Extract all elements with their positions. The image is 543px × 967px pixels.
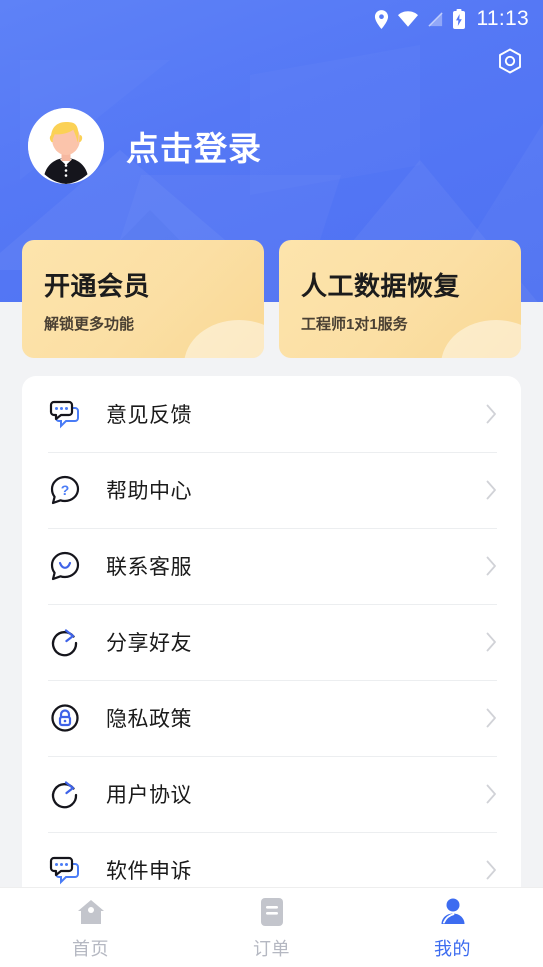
chat-bubbles-icon (48, 397, 82, 431)
smile-bubble-icon (48, 549, 82, 583)
tab-label: 订单 (253, 938, 290, 959)
menu-list-card: 意见反馈 ? 帮助中心 联系客服 分享好友 隐私政策 用户协议 软件申诉 (22, 376, 521, 888)
lock-circle-icon (48, 701, 82, 735)
menu-item-label: 用户协议 (106, 784, 192, 807)
menu-item-label: 联系客服 (106, 556, 192, 579)
login-label: 点击登录 (126, 130, 262, 167)
svg-text:?: ? (61, 482, 70, 498)
promo-cards: 开通会员 解锁更多功能 人工数据恢复 工程师1对1服务 (22, 240, 521, 358)
menu-item-software-appeal[interactable]: 软件申诉 (22, 832, 521, 888)
promo-subtitle: 解锁更多功能 (44, 316, 135, 333)
promo-card-membership[interactable]: 开通会员 解锁更多功能 (22, 240, 264, 358)
promo-subtitle: 工程师1对1服务 (301, 316, 408, 333)
home-icon (74, 895, 108, 929)
chevron-right-icon (486, 632, 497, 652)
chevron-right-icon (486, 556, 497, 576)
chat-bubbles-icon (48, 853, 82, 887)
status-bar-time: 11:13 (476, 7, 529, 30)
menu-item-label: 意见反馈 (106, 404, 192, 427)
share-refresh-icon (48, 777, 82, 811)
settings-gear-icon[interactable] (495, 46, 525, 76)
tab-label: 首页 (72, 938, 109, 959)
profile-person-icon (436, 895, 470, 929)
chevron-right-icon (486, 404, 497, 424)
chevron-right-icon (486, 480, 497, 500)
tab-home[interactable]: 首页 (0, 888, 181, 967)
promo-title: 人工数据恢复 (301, 271, 461, 301)
tab-orders[interactable]: 订单 (181, 888, 362, 967)
signal-icon (427, 11, 444, 28)
order-document-icon (255, 895, 289, 929)
menu-item-label: 隐私政策 (106, 708, 192, 731)
menu-item-share-friends[interactable]: 分享好友 (22, 604, 521, 680)
question-bubble-icon: ? (48, 473, 82, 507)
chevron-right-icon (486, 784, 497, 804)
wifi-icon (397, 11, 418, 27)
bottom-tab-bar: 首页 订单 我的 (0, 887, 543, 967)
chevron-right-icon (486, 860, 497, 880)
battery-charging-icon (452, 9, 465, 29)
menu-item-label: 分享好友 (106, 632, 192, 655)
tab-profile[interactable]: 我的 (362, 888, 543, 967)
tab-label: 我的 (434, 938, 471, 959)
promo-title: 开通会员 (44, 271, 151, 301)
menu-item-contact-service[interactable]: 联系客服 (22, 528, 521, 604)
menu-item-privacy-policy[interactable]: 隐私政策 (22, 680, 521, 756)
menu-item-feedback[interactable]: 意见反馈 (22, 376, 521, 452)
user-avatar-illustration (28, 108, 104, 184)
menu-item-label: 软件申诉 (106, 860, 192, 883)
status-bar: 11:13 (0, 0, 543, 38)
share-refresh-icon (48, 625, 82, 659)
menu-item-help-center[interactable]: ? 帮助中心 (22, 452, 521, 528)
app-root: 11:13 点击登录 开通会员 解锁更多功能 人工数据恢复 工程师1对1服务 意… (0, 0, 543, 967)
chevron-right-icon (486, 708, 497, 728)
location-icon (374, 9, 389, 29)
promo-card-data-recovery[interactable]: 人工数据恢复 工程师1对1服务 (279, 240, 521, 358)
menu-item-label: 帮助中心 (106, 480, 192, 503)
login-profile-row[interactable]: 点击登录 (28, 108, 262, 184)
menu-item-user-agreement[interactable]: 用户协议 (22, 756, 521, 832)
